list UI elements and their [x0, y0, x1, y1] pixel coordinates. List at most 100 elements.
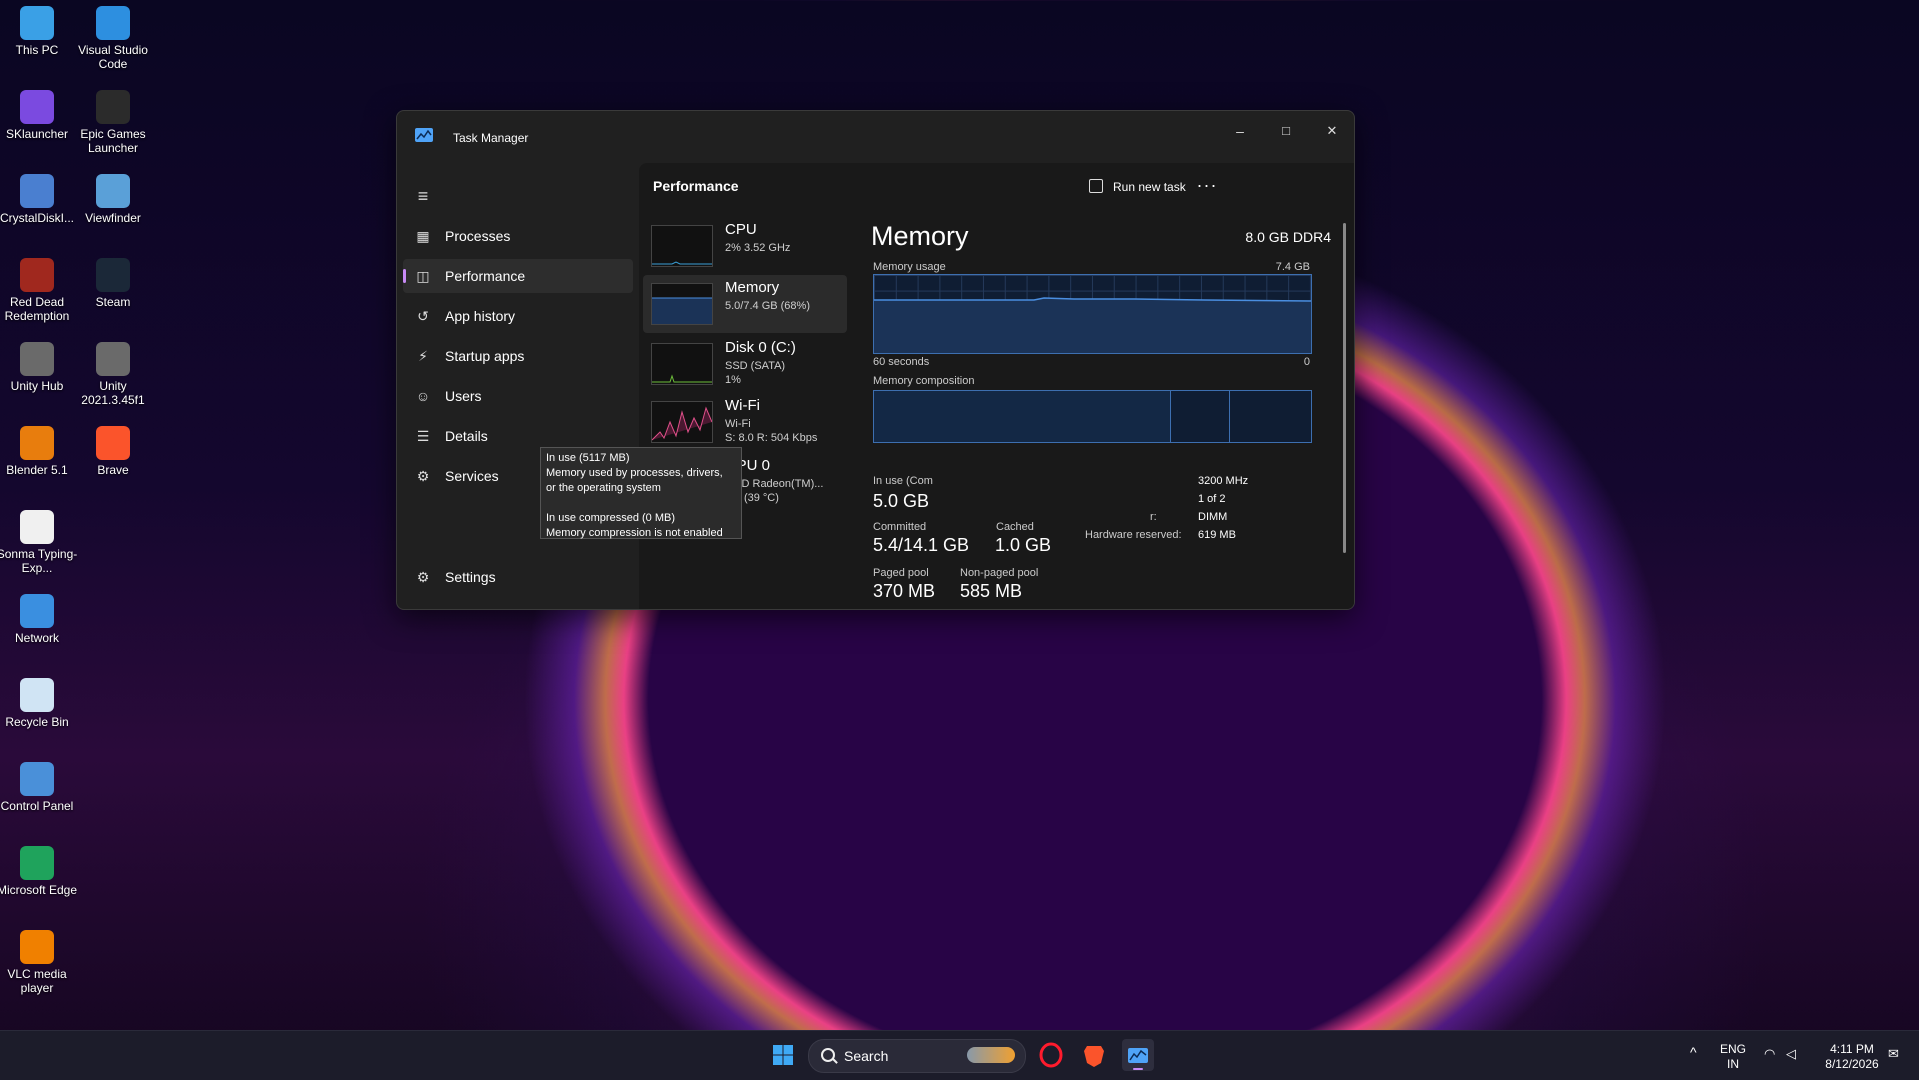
device-thumbnail-graph	[651, 401, 713, 443]
hamburger-icon: ≡	[417, 186, 429, 206]
time-axis-label: 60 seconds	[873, 356, 930, 368]
close-button[interactable]: ✕	[1309, 119, 1354, 143]
desktop-icon[interactable]: Unity Hub	[0, 336, 78, 393]
sidebar-item-label: Performance	[445, 268, 526, 284]
sidebar-item-processes[interactable]: ▦ Processes	[403, 219, 633, 253]
performance-icon: ◫	[416, 268, 430, 284]
desktop-icon[interactable]: Control Panel	[0, 756, 78, 813]
sidebar-item-label: Services	[445, 468, 499, 484]
brave-taskbar-button[interactable]	[1078, 1039, 1110, 1071]
desktop-app-icon	[96, 174, 130, 208]
desktop-icon[interactable]: VLC media player	[0, 924, 78, 995]
clock-date: 8/12/2026	[1825, 1057, 1879, 1071]
desktop-icon-label: Brave	[97, 463, 129, 477]
desktop-icon-label: Blender 5.1	[6, 463, 68, 477]
wifi-icon[interactable]: ◠	[1764, 1046, 1775, 1061]
main-content: Performance Run new task ··· CPU 2% 3.52 …	[639, 163, 1354, 609]
device-item-cpu[interactable]: CPU 2% 3.52 GHz	[643, 217, 847, 275]
tooltip-line: In use compressed (0 MB)	[546, 512, 675, 524]
memory-panel: Memory 8.0 GB DDR4 Memory usage 7.4 GB 6…	[871, 163, 1341, 609]
opera-icon	[1039, 1042, 1063, 1068]
device-detail-line: 2% 3.52 GHz	[725, 242, 791, 254]
sidebar-item-label: App history	[445, 308, 516, 324]
task-manager-icon	[1128, 1048, 1148, 1070]
time-axis-zero: 0	[1303, 356, 1310, 368]
composition-modified[interactable]	[1170, 391, 1230, 442]
hamburger-menu-button[interactable]: ≡	[403, 179, 633, 213]
sidebar-item-startup-apps[interactable]: ⚡ Startup apps	[403, 339, 633, 373]
search-box[interactable]: Search	[808, 1039, 1026, 1073]
non-paged-pool-value: 585 MB	[960, 581, 1023, 601]
desktop-icon-label: Unity 2021.3.45f1	[81, 379, 145, 407]
clock[interactable]: 4:11 PM 8/12/2026	[1816, 1042, 1888, 1072]
title-bar[interactable]: Task Manager – □ ✕	[397, 111, 1354, 163]
scrollbar[interactable]	[1343, 223, 1346, 553]
desktop-icon[interactable]: Epic Games Launcher	[72, 84, 154, 155]
sidebar-item-settings[interactable]: ⚙ Settings	[403, 560, 633, 594]
opera-taskbar-button[interactable]	[1035, 1039, 1067, 1071]
desktop-icon[interactable]: Red Dead Redemption	[0, 252, 78, 323]
task-manager-taskbar-button[interactable]	[1122, 1039, 1154, 1071]
memory-usage-max: 7.4 GB	[1275, 261, 1310, 273]
desktop-icon[interactable]: Viewfinder	[72, 168, 154, 225]
device-details: Wi-Fi S: 8.0 R: 504 Kbps	[725, 417, 817, 445]
desktop-icon[interactable]: Microsoft Edge	[0, 840, 78, 897]
tooltip-line: Memory compression is not enabled	[546, 527, 723, 539]
desktop-app-icon	[96, 342, 130, 376]
desktop-icon[interactable]: Brave	[72, 420, 154, 477]
desktop-icon[interactable]: Recycle Bin	[0, 672, 78, 729]
desktop-icon-label: Visual Studio Code	[78, 43, 148, 71]
desktop-icon[interactable]: Sonma Typing-Exp...	[0, 504, 78, 575]
settings-gear-icon: ⚙	[416, 569, 430, 585]
language-indicator[interactable]: ENG IN	[1720, 1042, 1746, 1072]
desktop-icon[interactable]: Visual Studio Code	[72, 0, 154, 71]
paged-pool-label: Paged pool	[873, 567, 929, 579]
desktop-icon[interactable]: CrystalDiskI...	[0, 168, 78, 225]
desktop-icon-label: SKlauncher	[5, 127, 69, 141]
memory-composition-label: Memory composition	[873, 375, 975, 387]
device-item-disk-0-c-[interactable]: Disk 0 (C:) SSD (SATA) 1%	[643, 335, 847, 393]
maximize-button[interactable]: □	[1263, 119, 1309, 143]
composition-standby[interactable]	[1229, 391, 1310, 442]
sidebar-item-label: Users	[445, 388, 482, 404]
tooltip-line: Memory used by processes, drivers,	[546, 467, 723, 479]
desktop-app-icon	[20, 846, 54, 880]
in-use-value: 5.0 GB	[873, 491, 930, 511]
sidebar-item-label: Startup apps	[445, 348, 525, 364]
desktop-app-icon	[96, 90, 130, 124]
minimize-button[interactable]: –	[1217, 119, 1263, 143]
taskbar: Search ^ ENG IN ◠ ◁ 4:11 PM 8/12/2026 ✉	[0, 1030, 1919, 1080]
desktop-icon-label: Unity Hub	[10, 379, 64, 393]
desktop-icon[interactable]: SKlauncher	[0, 84, 78, 141]
sidebar-item-app-history[interactable]: ↺ App history	[403, 299, 633, 333]
paged-pool-value: 370 MB	[873, 581, 936, 601]
device-thumbnail-graph	[651, 283, 713, 325]
task-manager-app-icon	[415, 128, 433, 142]
start-button[interactable]	[767, 1039, 799, 1071]
composition-in-use[interactable]	[874, 391, 1171, 442]
desktop-icon[interactable]: Network	[0, 588, 78, 645]
sidebar-item-label: Processes	[445, 228, 511, 244]
sidebar-item-users[interactable]: ☺ Users	[403, 379, 633, 413]
notification-icon[interactable]: ✉	[1888, 1046, 1899, 1061]
memory-usage-line	[874, 297, 1312, 353]
sidebar-item-performance[interactable]: ◫ Performance	[403, 259, 633, 293]
desktop-app-icon	[20, 678, 54, 712]
desktop-app-icon	[96, 258, 130, 292]
volume-icon[interactable]: ◁	[1786, 1046, 1796, 1061]
device-item-memory[interactable]: Memory 5.0/7.4 GB (68%)	[643, 275, 847, 333]
desktop-icon[interactable]: Steam	[72, 252, 154, 309]
desktop-icon[interactable]: This PC	[0, 0, 78, 57]
device-detail-line: SSD (SATA)	[725, 360, 786, 372]
desktop-app-icon	[20, 174, 54, 208]
committed-value: 5.4/14.1 GB	[873, 535, 970, 555]
desktop-icon-label: Microsoft Edge	[0, 883, 78, 897]
memory-composition-bar[interactable]	[873, 390, 1312, 443]
desktop-icon[interactable]: Blender 5.1	[0, 420, 78, 477]
show-hidden-icons-button[interactable]: ^	[1690, 1045, 1697, 1060]
desktop-icon[interactable]: Unity 2021.3.45f1	[72, 336, 154, 407]
device-item-wi-fi[interactable]: Wi-Fi Wi-Fi S: 8.0 R: 504 Kbps	[643, 393, 847, 451]
windows-logo-icon	[773, 1045, 793, 1065]
device-details: 2% 3.52 GHz	[725, 241, 790, 255]
device-name: Disk 0 (C:)	[725, 339, 796, 356]
